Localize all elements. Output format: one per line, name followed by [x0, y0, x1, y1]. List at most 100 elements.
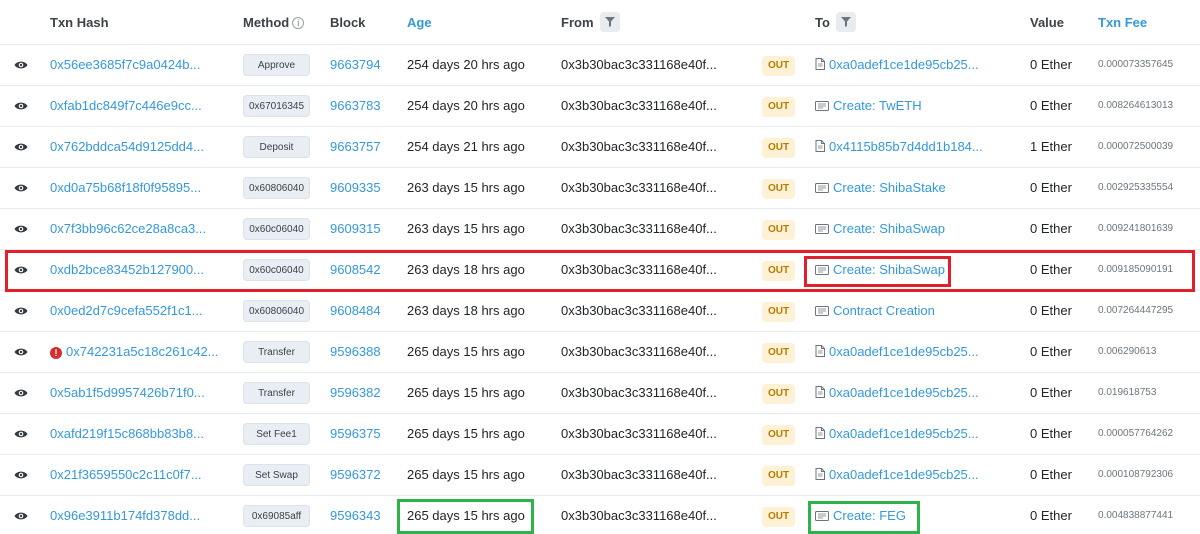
contract-icon — [815, 87, 829, 127]
to-address-text[interactable]: 0x4115b85b7d4dd1b184... — [829, 139, 983, 154]
to-address-text[interactable]: 0xa0adef1ce1de95cb25... — [829, 467, 979, 482]
block-link[interactable]: 9663794 — [330, 45, 381, 85]
block-link[interactable]: 9596388 — [330, 332, 381, 372]
direction-badge: OUT — [762, 56, 795, 76]
txn-hash-link[interactable]: 0xfab1dc849f7c446e9cc... — [50, 86, 202, 126]
txn-fee-text: 0.019618753 — [1098, 387, 1157, 398]
table-row: 0x21f3659550c2c11c0f7... Set Swap 9596372 2… — [0, 455, 1200, 496]
txn-hash-text[interactable]: 0x96e3911b174fd378dd... — [50, 508, 200, 523]
txn-hash-link[interactable]: 0xd0a75b68f18f0f95895... — [50, 168, 201, 208]
txn-hash-text[interactable]: 0xd0a75b68f18f0f95895... — [50, 180, 201, 195]
block-link[interactable]: 9663757 — [330, 127, 381, 167]
txn-hash-link[interactable]: 0xafd219f15c868bb83b8... — [50, 414, 204, 454]
txn-hash-text[interactable]: 0x0ed2d7c9cefa552f1c1... — [50, 303, 203, 318]
from-filter-icon[interactable] — [600, 12, 620, 32]
from-address: 0x3b30bac3c331168e40f... — [561, 221, 717, 236]
txn-hash-link[interactable]: 0x7f3bb96c62ce28a8ca3... — [50, 209, 206, 249]
to-address-text[interactable]: 0xa0adef1ce1de95cb25... — [829, 426, 979, 441]
direction-badge: OUT — [762, 507, 795, 527]
eye-icon[interactable] — [14, 469, 28, 481]
direction-badge: OUT — [762, 384, 795, 404]
txn-fee-text: 0.006290613 — [1098, 346, 1157, 357]
txn-hash-text[interactable]: 0x7f3bb96c62ce28a8ca3... — [50, 221, 206, 236]
eye-icon[interactable] — [14, 59, 28, 71]
txn-hash-link[interactable]: 0x56ee3685f7c9a0424b... — [50, 45, 200, 85]
info-icon[interactable]: i — [292, 17, 305, 29]
eye-icon[interactable] — [14, 510, 28, 522]
to-address-link[interactable]: 0xa0adef1ce1de95cb25... — [815, 332, 979, 372]
txn-hash-link[interactable]: 0x0ed2d7c9cefa552f1c1... — [50, 291, 203, 331]
txn-hash-link[interactable]: 0x762bddca54d9125dd4... — [50, 127, 204, 167]
direction-badge: OUT — [762, 425, 795, 445]
header-txn-fee[interactable]: Txn Fee — [1098, 0, 1147, 45]
value-text: 0 Ether — [1030, 467, 1072, 482]
block-link[interactable]: 9596375 — [330, 414, 381, 454]
table-row: 0xfab1dc849f7c446e9cc... 0x67016345 966378… — [0, 86, 1200, 127]
txn-hash-link[interactable]: 0x21f3659550c2c11c0f7... — [50, 455, 202, 495]
eye-icon[interactable] — [14, 387, 28, 399]
to-address-text[interactable]: Create: ShibaSwap — [833, 221, 945, 236]
to-address-link[interactable]: Create: TwETH — [815, 86, 922, 126]
direction-badge: OUT — [762, 466, 795, 486]
table-row: 0xafd219f15c868bb83b8... Set Fee1 9596375 2… — [0, 414, 1200, 455]
txn-fee-text: 0.002925335554 — [1098, 182, 1174, 193]
txn-hash-text[interactable]: 0x21f3659550c2c11c0f7... — [50, 467, 202, 482]
highlight-to-box-green — [808, 501, 920, 534]
from-address: 0x3b30bac3c331168e40f... — [561, 467, 717, 482]
eye-icon[interactable] — [14, 182, 28, 194]
txn-hash-link[interactable]: ! 0x742231a5c18c261c42... — [50, 332, 219, 372]
to-address-link[interactable]: 0x4115b85b7d4dd1b184... — [815, 127, 983, 167]
highlight-row-box — [5, 250, 1195, 292]
value-text: 0 Ether — [1030, 180, 1072, 195]
to-address-text[interactable]: Create: ShibaStake — [833, 180, 946, 195]
eye-icon[interactable] — [14, 100, 28, 112]
table-row: 0x56ee3685f7c9a0424b... Approve 9663794 254… — [0, 45, 1200, 86]
method-badge: Approve — [243, 54, 310, 76]
txn-hash-text[interactable]: 0x762bddca54d9125dd4... — [50, 139, 204, 154]
block-link[interactable]: 9596372 — [330, 455, 381, 495]
txn-hash-text[interactable]: 0xfab1dc849f7c446e9cc... — [50, 98, 202, 113]
txn-fee-text: 0.000072500039 — [1098, 141, 1174, 152]
txn-hash-link[interactable]: 0x96e3911b174fd378dd... — [50, 496, 200, 534]
txn-fee-text: 0.000108792306 — [1098, 469, 1174, 480]
eye-icon[interactable] — [14, 428, 28, 440]
table-row: 0x96e3911b174fd378dd... 0x69085aff 9596343… — [0, 496, 1200, 534]
txn-hash-text[interactable]: 0xafd219f15c868bb83b8... — [50, 426, 204, 441]
age-text: 265 days 15 hrs ago — [407, 426, 525, 441]
to-address-text[interactable]: 0xa0adef1ce1de95cb25... — [829, 385, 979, 400]
txn-hash-link[interactable]: 0x5ab1f5d9957426b71f0... — [50, 373, 205, 413]
to-address-link[interactable]: Create: ShibaSwap — [815, 209, 945, 249]
txn-hash-text[interactable]: 0x742231a5c18c261c42... — [66, 344, 219, 359]
value-text: 0 Ether — [1030, 426, 1072, 441]
txn-hash-text[interactable]: 0x5ab1f5d9957426b71f0... — [50, 385, 205, 400]
to-address-link[interactable]: 0xa0adef1ce1de95cb25... — [815, 373, 979, 413]
to-address-link[interactable]: Create: ShibaStake — [815, 168, 946, 208]
eye-icon[interactable] — [14, 223, 28, 235]
eye-icon[interactable] — [14, 141, 28, 153]
from-address: 0x3b30bac3c331168e40f... — [561, 180, 717, 195]
to-address-link[interactable]: Contract Creation — [815, 291, 935, 331]
to-filter-icon[interactable] — [836, 12, 856, 32]
to-address-text[interactable]: Create: TwETH — [833, 98, 922, 113]
to-address-link[interactable]: 0xa0adef1ce1de95cb25... — [815, 414, 979, 454]
to-address-text[interactable]: Contract Creation — [833, 303, 935, 318]
txn-hash-text[interactable]: 0x56ee3685f7c9a0424b... — [50, 57, 200, 72]
direction-badge: OUT — [762, 343, 795, 363]
from-address: 0x3b30bac3c331168e40f... — [561, 344, 717, 359]
block-link[interactable]: 9609315 — [330, 209, 381, 249]
to-address-link[interactable]: 0xa0adef1ce1de95cb25... — [815, 455, 979, 495]
header-age[interactable]: Age — [407, 0, 432, 45]
eye-icon[interactable] — [14, 346, 28, 358]
to-address-link[interactable]: 0xa0adef1ce1de95cb25... — [815, 45, 979, 85]
block-link[interactable]: 9609335 — [330, 168, 381, 208]
contract-icon — [815, 292, 829, 332]
eye-icon[interactable] — [14, 305, 28, 317]
block-link[interactable]: 9663783 — [330, 86, 381, 126]
block-link[interactable]: 9596343 — [330, 496, 381, 534]
contract-icon — [815, 169, 829, 209]
to-address-text[interactable]: 0xa0adef1ce1de95cb25... — [829, 57, 979, 72]
method-badge: Set Swap — [243, 464, 310, 486]
block-link[interactable]: 9596382 — [330, 373, 381, 413]
to-address-text[interactable]: 0xa0adef1ce1de95cb25... — [829, 344, 979, 359]
block-link[interactable]: 9608484 — [330, 291, 381, 331]
